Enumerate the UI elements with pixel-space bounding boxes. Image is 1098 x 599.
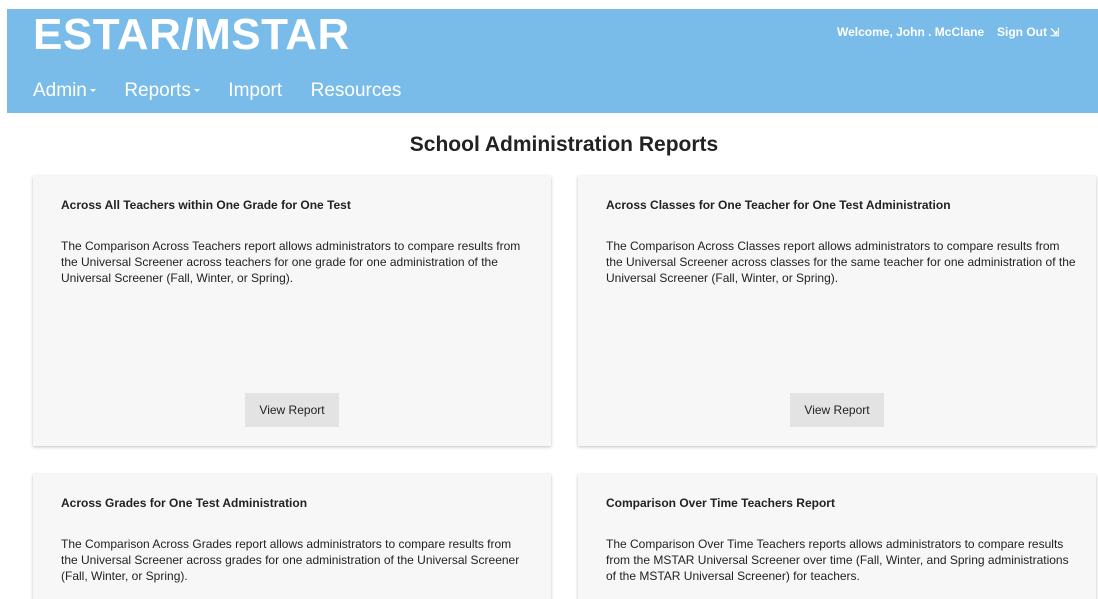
view-report-button[interactable]: View Report: [790, 393, 884, 427]
sign-out-link[interactable]: Sign Out ⇲: [997, 25, 1059, 39]
report-card-teachers-one-grade: Across All Teachers within One Grade for…: [33, 176, 551, 446]
nav-item-admin[interactable]: Admin: [33, 79, 96, 103]
welcome-text: Welcome, John . McClane: [837, 25, 985, 39]
card-title: Across Grades for One Test Administratio…: [61, 496, 308, 510]
sign-out-icon: ⇲: [1050, 27, 1060, 39]
sign-out-label: Sign Out: [997, 25, 1047, 39]
nav-item-label: Reports: [124, 80, 191, 101]
nav-item-import[interactable]: Import: [228, 79, 282, 103]
card-title: Comparison Over Time Teachers Report: [606, 496, 835, 510]
card-description: The Comparison Across Grades report allo…: [61, 537, 520, 583]
card-description: The Comparison Across Classes report all…: [606, 239, 1076, 285]
card-description: The Comparison Over Time Teachers report…: [606, 537, 1069, 583]
header-bar: ESTAR/MSTAR Welcome, John . McClane Sign…: [7, 9, 1098, 113]
main-nav: Admin Reports Import Resources: [33, 79, 425, 103]
nav-item-reports[interactable]: Reports: [124, 79, 200, 103]
nav-item-resources[interactable]: Resources: [311, 79, 402, 103]
report-card-classes-one-teacher: Across Classes for One Teacher for One T…: [578, 176, 1096, 446]
card-title: Across Classes for One Teacher for One T…: [606, 198, 951, 212]
page: ESTAR/MSTAR Welcome, John . McClane Sign…: [0, 0, 1098, 599]
view-report-button[interactable]: View Report: [245, 393, 339, 427]
report-card-over-time-teachers: Comparison Over Time Teachers Report The…: [578, 474, 1096, 599]
nav-item-label: Admin: [33, 80, 87, 101]
caret-down-icon: [89, 89, 96, 93]
page-title: School Administration Reports: [409, 133, 719, 156]
card-description: The Comparison Across Teachers report al…: [61, 239, 521, 285]
caret-down-icon: [193, 89, 200, 93]
brand-title[interactable]: ESTAR/MSTAR: [33, 11, 350, 59]
report-card-across-grades: Across Grades for One Test Administratio…: [33, 474, 551, 599]
card-title: Across All Teachers within One Grade for…: [61, 198, 351, 212]
